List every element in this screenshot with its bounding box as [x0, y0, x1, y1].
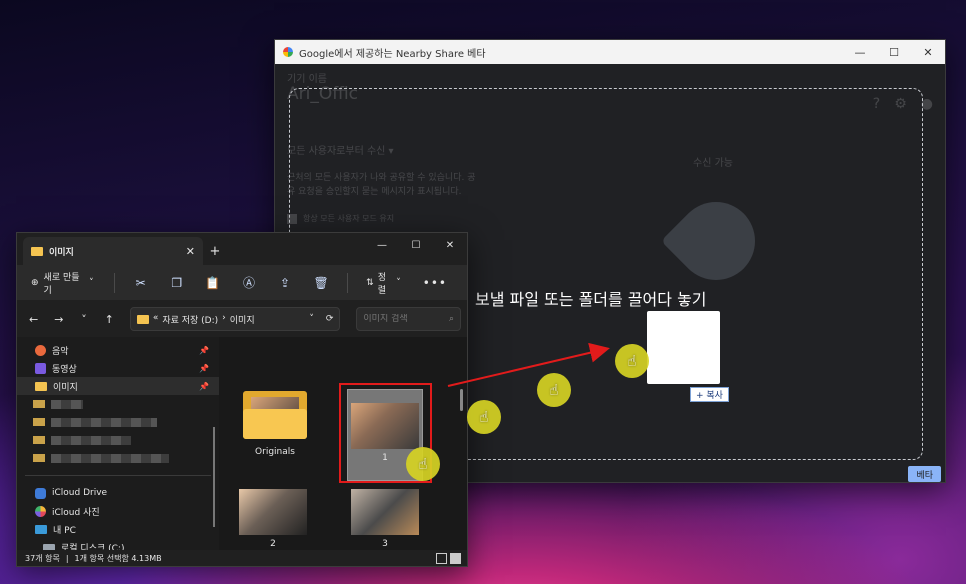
drag-arrow: [447, 342, 610, 387]
drag-cursor-icon: ☝: [467, 400, 501, 434]
drag-cursor-icon: ☝: [406, 447, 440, 481]
drag-cursor-icon: ☝: [615, 344, 649, 378]
drag-cursor-icon: ☝: [537, 373, 571, 407]
